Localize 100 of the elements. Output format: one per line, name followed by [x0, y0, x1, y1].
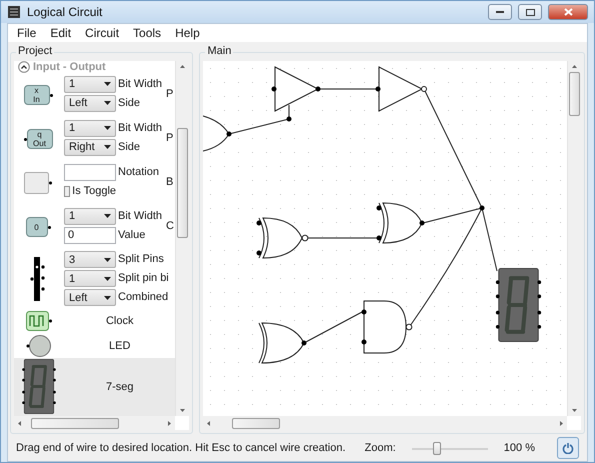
collapse-icon[interactable] [18, 61, 30, 73]
dropdown[interactable]: Right [64, 138, 116, 156]
power-icon [562, 442, 574, 454]
field-label: Split Pins [118, 252, 164, 268]
window-title: Logical Circuit [27, 5, 104, 19]
text-field[interactable]: 0 [64, 226, 116, 244]
component-item[interactable]: Clock [14, 309, 176, 334]
checkbox-label: Is Toggle [72, 185, 116, 198]
component-item[interactable]: 3 1 Left Split Pins Split pin bi Combined [14, 249, 176, 309]
menu-item[interactable]: Edit [43, 26, 78, 40]
dropdown[interactable]: Left [64, 94, 116, 112]
zoom-value: 100 % [504, 442, 535, 454]
minimize-button[interactable] [488, 4, 512, 20]
column-3-text: P [166, 132, 174, 144]
field-label: Bit Width [118, 208, 164, 224]
scrollbar-thumb[interactable] [232, 418, 280, 428]
component-item[interactable]: x In 1 Left Bit Width Side P [14, 73, 176, 117]
junction-dot [286, 116, 292, 122]
menu-item[interactable]: File [10, 26, 44, 40]
caret-icon [104, 82, 111, 86]
zoom-label: Zoom: [364, 442, 396, 454]
component-item[interactable]: Is Toggle Notation B [14, 161, 176, 205]
scroll-left-arrow-icon[interactable] [18, 420, 21, 426]
scroll-down-arrow-icon[interactable] [572, 409, 577, 412]
nand-gate [362, 300, 413, 354]
button-symbol-icon [24, 172, 52, 194]
caret-icon [104, 101, 111, 106]
column-3-text: P [166, 88, 174, 100]
component-label: LED [109, 340, 130, 352]
scroll-up-arrow-icon[interactable] [180, 65, 186, 68]
scrollbar-thumb[interactable] [31, 418, 119, 428]
caret-icon [104, 296, 111, 300]
scroll-right-arrow-icon[interactable] [560, 420, 563, 426]
constant-symbol: 0 [26, 217, 50, 237]
clock-icon [26, 311, 52, 332]
field-label: Side [118, 140, 142, 155]
junction-dot [480, 206, 485, 210]
scroll-down-arrow-icon[interactable] [180, 409, 186, 412]
category-header: Input - Output [33, 61, 106, 73]
slider-thumb[interactable] [432, 442, 441, 454]
output-pin-symbol: q Out [24, 129, 52, 149]
vertical-scrollbar[interactable] [567, 61, 581, 416]
power-button[interactable] [557, 436, 579, 458]
horizontal-scrollbar[interactable] [14, 416, 176, 430]
caret-icon [104, 258, 111, 262]
app-icon [7, 5, 21, 19]
field-label: Bit Width [118, 76, 164, 92]
horizontal-scrollbar[interactable] [203, 416, 567, 430]
dropdown[interactable]: 1 [64, 208, 116, 225]
field-label: Notation [118, 164, 160, 180]
scroll-left-arrow-icon[interactable] [207, 420, 210, 426]
zoom-slider[interactable] [412, 440, 488, 454]
caret-icon [104, 145, 111, 150]
maximize-button[interactable] [518, 4, 542, 20]
input-pin-symbol: x In [24, 85, 52, 105]
dropdown[interactable]: 1 [64, 270, 116, 288]
caret-icon [104, 214, 111, 218]
menu-item[interactable]: Help [168, 26, 207, 40]
field-label: Bit Width [118, 120, 164, 136]
status-message: Drag end of wire to desired location. Hit Esc to cancel wire creation. [16, 442, 347, 454]
column-3-text: B [166, 176, 174, 188]
xnor-gate [256, 218, 309, 258]
minimize-icon [496, 10, 504, 14]
led-icon [26, 334, 52, 358]
xor-gate [376, 202, 425, 244]
component-label: 7-seg [106, 380, 134, 393]
dropdown[interactable]: 3 [64, 251, 116, 268]
wire [318, 88, 378, 90]
text-field[interactable] [64, 164, 116, 181]
wire [304, 312, 363, 344]
vertical-scrollbar[interactable] [175, 61, 190, 416]
panel-title: Project [16, 45, 54, 58]
splitter-icon [30, 257, 46, 301]
close-icon [564, 8, 572, 16]
field-label: Value [118, 228, 146, 243]
close-button[interactable] [548, 4, 588, 20]
maximize-icon [526, 8, 534, 16]
dropdown[interactable]: 1 [64, 76, 116, 93]
caret-icon [104, 276, 111, 281]
column-3-text: C [166, 220, 175, 232]
wire [228, 104, 290, 134]
dropdown[interactable]: Left [64, 289, 116, 306]
checkbox[interactable] [64, 186, 70, 197]
component-item[interactable]: 0 1 0 Bit Width Value C [14, 205, 176, 249]
scrollbar-thumb[interactable] [177, 128, 188, 238]
component-item[interactable]: 7-seg [14, 358, 176, 416]
scroll-up-arrow-icon[interactable] [572, 65, 577, 68]
dropdown[interactable]: 1 [64, 120, 116, 137]
caret-icon [104, 126, 111, 130]
scroll-right-arrow-icon[interactable] [168, 420, 172, 426]
component-item[interactable]: q Out 1 Right Bit Width Side P [14, 117, 176, 161]
menu-item[interactable]: Tools [126, 26, 168, 40]
component-item[interactable]: LED [14, 333, 176, 358]
menu-item[interactable]: Circuit [78, 26, 126, 40]
buffer-gate [272, 66, 321, 112]
inverter-gate [376, 66, 428, 112]
scrollbar-thumb[interactable] [569, 72, 580, 116]
field-label: Side [118, 96, 142, 111]
component-label: Clock [106, 315, 134, 328]
seven-segment-icon [21, 359, 57, 414]
